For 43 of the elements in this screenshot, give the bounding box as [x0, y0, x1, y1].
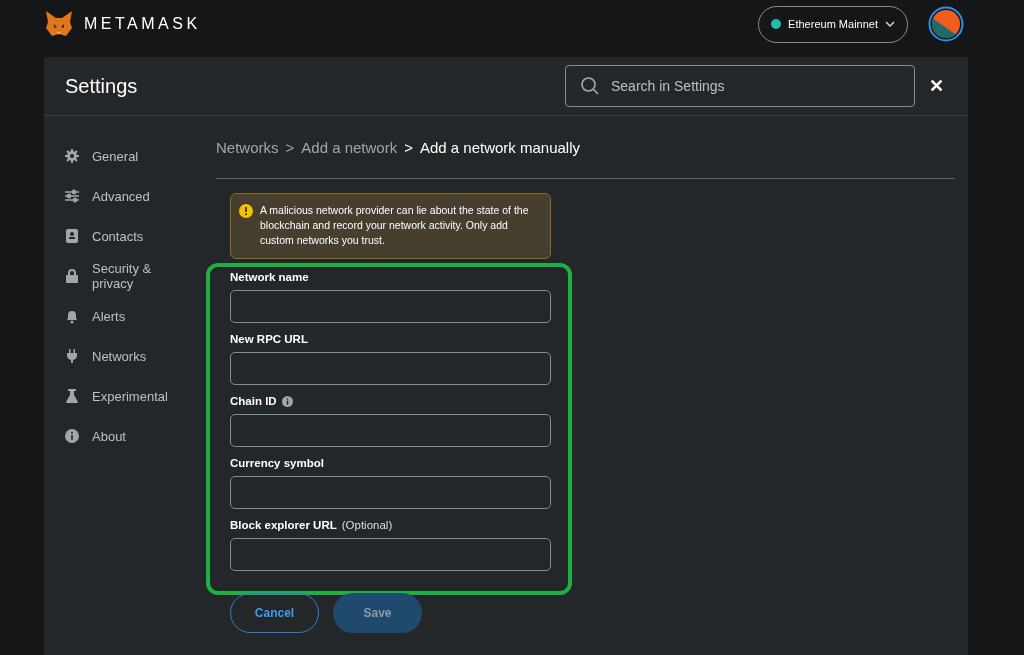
- close-button[interactable]: ✕: [925, 71, 948, 101]
- breadcrumb-separator: >: [404, 138, 413, 156]
- flask-icon: [64, 388, 80, 404]
- input-field[interactable]: [230, 290, 551, 323]
- gear-icon: [64, 148, 80, 164]
- lock-icon: [64, 268, 80, 284]
- warning-icon: [239, 204, 253, 218]
- input-field[interactable]: [230, 414, 551, 447]
- field-label: New RPC URL: [230, 333, 308, 345]
- chevron-down-icon: [885, 21, 895, 27]
- account-avatar[interactable]: [928, 6, 964, 42]
- plug-icon: [64, 348, 80, 364]
- field-label: Block explorer URL: [230, 519, 337, 531]
- breadcrumb-link[interactable]: Networks: [216, 138, 279, 156]
- sidebar-item[interactable]: Contacts: [44, 216, 216, 256]
- sidebar-item[interactable]: Networks: [44, 336, 216, 376]
- contact-icon: [64, 228, 80, 244]
- input-field[interactable]: [230, 476, 551, 509]
- fox-logo: [44, 10, 74, 38]
- sidebar-item[interactable]: Experimental: [44, 376, 216, 416]
- page-title: Settings: [65, 74, 139, 98]
- field-hint: (Optional): [341, 519, 393, 531]
- sidebar-item[interactable]: Security & privacy: [44, 256, 216, 296]
- search-icon: [580, 76, 600, 96]
- breadcrumb-link[interactable]: Add a network: [301, 138, 398, 156]
- input-field[interactable]: [230, 538, 551, 571]
- breadcrumb-separator: >: [285, 138, 295, 156]
- sidebar-item[interactable]: General: [44, 136, 216, 176]
- sidebar-item[interactable]: About: [44, 416, 216, 456]
- warning-text: A malicious network provider can lie about the state of the blockchain and record your network activity. Only add custom networks you trust.: [260, 203, 530, 248]
- sidebar-item[interactable]: Alerts: [44, 296, 216, 336]
- breadcrumb-current: Add a network manually: [419, 138, 581, 156]
- bell-icon: [64, 308, 80, 324]
- field-label: Currency symbol: [230, 457, 324, 469]
- info-icon[interactable]: [281, 395, 293, 407]
- field-label: Network name: [230, 271, 309, 283]
- sliders-icon: [64, 188, 80, 204]
- sidebar-item[interactable]: Advanced: [44, 176, 216, 216]
- field-label: Chain ID: [230, 395, 277, 407]
- info-icon: [64, 428, 80, 444]
- input-field[interactable]: [230, 352, 551, 385]
- search-field[interactable]: Search in Settings: [565, 65, 915, 107]
- brand-name: METAMASK: [84, 15, 201, 33]
